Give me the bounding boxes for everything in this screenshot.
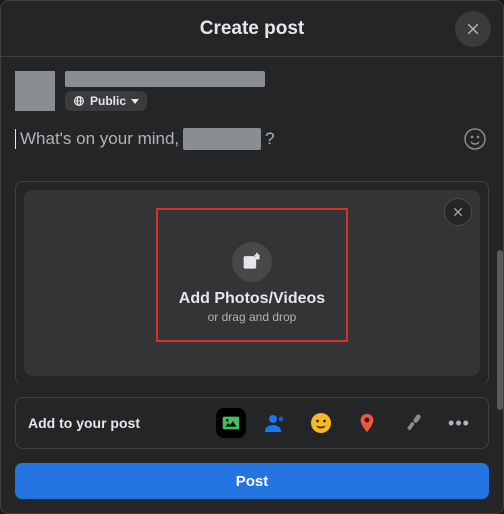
placeholder-prefix: What's on your mind,: [20, 129, 179, 149]
location-icon: [356, 412, 378, 434]
dropzone-subtitle: or drag and drop: [208, 310, 297, 324]
modal-body: Public What's on your mind, ?: [1, 57, 503, 383]
location-button[interactable]: [350, 406, 384, 440]
scrollbar-thumb[interactable]: [497, 250, 503, 410]
photo-video-button[interactable]: [216, 408, 246, 438]
placeholder-suffix: ?: [265, 129, 274, 149]
dropzone-close-button[interactable]: [444, 198, 472, 226]
feeling-icon: [309, 411, 333, 435]
addon-icons: •••: [216, 406, 476, 440]
username-redacted: [65, 71, 265, 87]
user-meta: Public: [65, 71, 265, 111]
post-button[interactable]: Post: [15, 463, 489, 499]
avatar[interactable]: [15, 71, 55, 111]
addons-bar: Add to your post •••: [15, 397, 489, 449]
addons-label: Add to your post: [28, 415, 140, 431]
media-dropzone-container: Add Photos/Videos or drag and drop: [15, 181, 489, 383]
more-options-button[interactable]: •••: [442, 406, 476, 440]
placeholder-name-redacted: [183, 128, 261, 150]
add-media-icon: [232, 242, 272, 282]
emoji-picker-button[interactable]: [461, 125, 489, 153]
composer-row: What's on your mind, ?: [15, 125, 489, 153]
feeling-button[interactable]: [304, 406, 338, 440]
microphone-icon: [402, 412, 424, 434]
modal-title: Create post: [200, 18, 305, 40]
modal-header: Create post: [1, 1, 503, 57]
media-dropzone[interactable]: Add Photos/Videos or drag and drop: [24, 190, 480, 376]
globe-icon: [73, 95, 85, 107]
scrollbar-track: [498, 60, 504, 360]
close-button[interactable]: [455, 11, 491, 47]
text-cursor: [15, 129, 16, 149]
tag-people-icon: [263, 411, 287, 435]
composer-input[interactable]: What's on your mind, ?: [15, 128, 455, 150]
audience-label: Public: [90, 94, 126, 108]
close-icon: [451, 205, 465, 219]
microphone-button[interactable]: [396, 406, 430, 440]
tag-people-button[interactable]: [258, 406, 292, 440]
photo-icon: [220, 412, 242, 434]
caret-down-icon: [131, 99, 139, 104]
audience-selector[interactable]: Public: [65, 91, 147, 111]
dropzone-title: Add Photos/Videos: [179, 290, 325, 308]
smiley-icon: [463, 127, 487, 151]
close-icon: [464, 20, 482, 38]
modal-footer: Add to your post •••: [1, 383, 503, 513]
ellipsis-icon: •••: [448, 413, 470, 434]
user-row: Public: [15, 71, 489, 111]
create-post-modal: Create post Public What's on your mind,: [0, 0, 504, 514]
